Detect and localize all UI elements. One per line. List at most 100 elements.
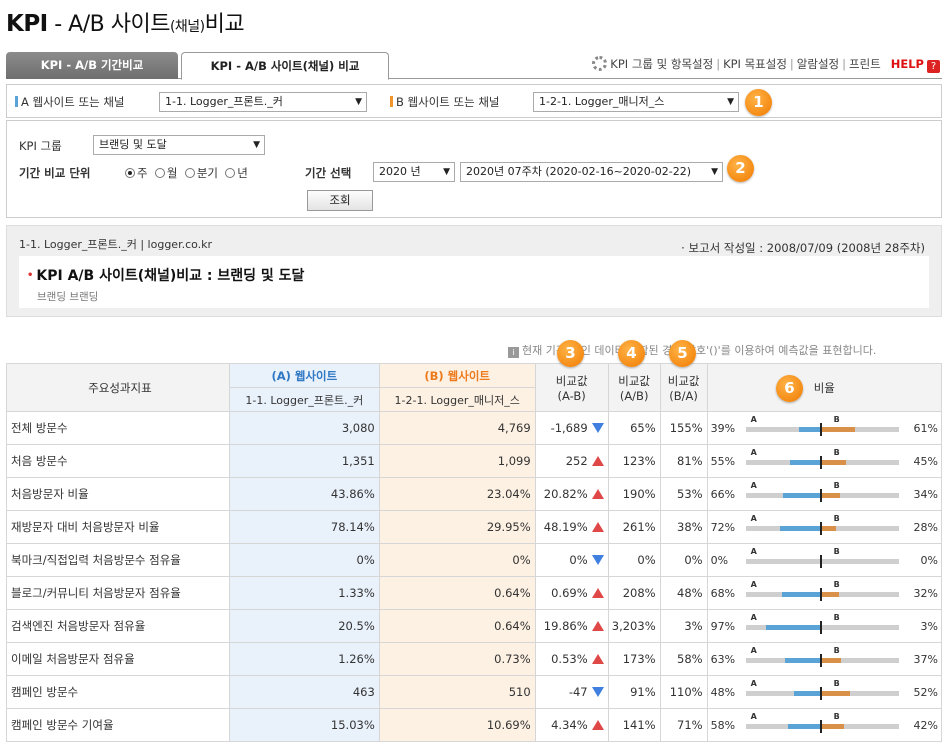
report-subtitle: 1-1. Logger_프론트._커 | logger.co.kr (19, 238, 213, 251)
alarm-settings-link[interactable]: 알람설정 (797, 57, 839, 71)
ratio-ba: 0% (659, 543, 708, 577)
diff-value: 0% (569, 553, 588, 567)
diff-cell: 0% (534, 543, 609, 577)
ratio-segment-b (820, 460, 846, 465)
site-a-value: 1.26% (228, 642, 380, 676)
arrow-up-icon (591, 654, 604, 664)
report-description: 브랜딩 브랜딩 (37, 291, 99, 303)
ratio-bar-cell: 63% A B 37% (706, 642, 943, 676)
site-a-value: 20.5% (228, 609, 380, 643)
ratio-segment-a (789, 460, 821, 465)
print-link[interactable]: 프린트 (849, 57, 881, 71)
marker-b-label: B (833, 514, 840, 523)
marker-a-label: A (750, 712, 757, 721)
col-site-a-sub: 1-1. Logger_프론트._커 (228, 387, 380, 412)
info-icon: i (508, 347, 519, 358)
kpi-name: 북마크/직접입력 처음방문수 점유율 (6, 543, 230, 577)
kpi-target-link[interactable]: KPI 목표설정 (723, 57, 787, 71)
kpi-name: 이메일 처음방문자 점유율 (6, 642, 230, 676)
ratio-segment-a (798, 427, 821, 432)
ratio-track: AB (745, 613, 899, 634)
diff-cell: -47 (534, 675, 609, 709)
radio-week[interactable] (125, 168, 135, 178)
kpi-name: 처음 방문수 (6, 444, 230, 478)
diff-cell: 20.82% (534, 477, 609, 511)
radio-month[interactable] (154, 168, 165, 178)
badge-6: 6 (776, 375, 803, 402)
ratio-b-pct: 52% (913, 686, 938, 699)
ratio-b-pct: 3% (920, 620, 938, 633)
help-link[interactable]: HELP (891, 57, 924, 71)
kpi-name: 캠페인 방문수 (6, 675, 230, 709)
ratio-b-pct: 61% (913, 422, 938, 435)
marker-b-label: B (833, 712, 840, 721)
ratio-ba: 38% (659, 510, 708, 544)
ratio-a-pct: 48% (710, 686, 736, 699)
marker-b-label: B (833, 646, 840, 655)
ratio-center-mark (819, 555, 822, 568)
ratio-segment-a (780, 526, 821, 531)
col-site-b: (B) 웹사이트 (378, 363, 536, 388)
badge-3: 3 (557, 340, 584, 367)
radio-year[interactable] (225, 168, 236, 178)
kpi-group-settings-link[interactable]: KPI 그룹 및 항목설정 (610, 57, 713, 71)
col-diff: 비교값 (A-B) (534, 363, 609, 412)
ratio-track: AB (745, 547, 899, 568)
tab-site-compare[interactable]: KPI - A/B 사이트(채널) 비교 (181, 52, 389, 80)
week-select[interactable]: 2020년 07주차 (2020-02-16~2020-02-22) ▼ (460, 162, 723, 182)
table-row: 검색엔진 처음방문자 점유율 20.5% 0.64% 19.86% 3,203% 3% 97… (6, 609, 943, 643)
ratio-bar-cell: 66% A B 34% (706, 477, 943, 511)
ratio-ab: 65% (607, 411, 661, 445)
diff-cell: 48.19% (534, 510, 609, 544)
marker-a-label: A (750, 448, 757, 457)
ratio-ab: 3,203% (607, 609, 661, 643)
ratio-bar-cell: 68% A B 32% (706, 576, 943, 610)
search-button[interactable]: 조회 (307, 190, 373, 211)
kpi-group-label: KPI 그룹 (19, 139, 62, 153)
kpi-group-select[interactable]: 브랜딩 및 도달 ▼ (93, 135, 265, 155)
marker-a-label: A (750, 547, 757, 556)
ratio-a-pct: 55% (710, 455, 736, 468)
ratio-segment-a (785, 658, 821, 663)
ratio-ba: 155% (659, 411, 708, 445)
site-b-select[interactable]: 1-2-1. Logger_매니저_스 ▼ (533, 92, 739, 112)
site-a-label: A 웹사이트 또는 채널 (15, 94, 124, 110)
ratio-a-pct: 0% (710, 554, 729, 567)
table-row: 캠페인 방문수 463 510 -47 91% 110% 48% A B 52% (6, 675, 943, 709)
ratio-ab: 123% (607, 444, 661, 478)
ratio-track: AB (745, 481, 899, 502)
ratio-track: AB (745, 712, 899, 733)
site-b-label: B 웹사이트 또는 채널 (390, 94, 500, 110)
ratio-b-pct: 28% (913, 521, 938, 534)
ratio-b-pct: 32% (913, 587, 938, 600)
ratio-center-mark (819, 654, 822, 667)
arrow-up-icon (591, 621, 604, 631)
col-ratio: 비율 (706, 363, 943, 412)
site-a-select[interactable]: 1-1. Logger_프론트._커 ▼ (159, 92, 367, 112)
ratio-ba: 58% (659, 642, 708, 676)
ratio-segment-a (787, 724, 821, 729)
radio-quarter[interactable] (184, 168, 195, 178)
site-a-value: 1,351 (228, 444, 380, 478)
site-a-value: 0% (228, 543, 380, 577)
ratio-bar-cell: 58% A B 42% (706, 708, 943, 742)
ratio-a-pct: 68% (710, 587, 736, 600)
report-header: 1-1. Logger_프론트._커 | logger.co.kr · 보고서 … (6, 225, 942, 317)
ratio-segment-b (820, 658, 842, 663)
ratio-a-pct: 39% (710, 422, 736, 435)
ratio-bar-cell: 72% A B 28% (706, 510, 943, 544)
filter-panel: KPI 그룹 브랜딩 및 도달 ▼ 기간 비교 단위 주 월 분기 년 기간 선택… (6, 120, 942, 218)
ratio-ab: 190% (607, 477, 661, 511)
ratio-ba: 3% (659, 609, 708, 643)
top-links: KPI 그룹 및 항목설정 | KPI 목표설정 | 알람설정 | 프린트 HELP? (592, 56, 940, 73)
year-select[interactable]: 2020 년 ▼ (373, 162, 455, 182)
kpi-name: 검색엔진 처음방문자 점유율 (6, 609, 230, 643)
site-b-value: 0.64% (378, 576, 536, 610)
ratio-ba: 71% (659, 708, 708, 742)
ratio-track: AB (745, 415, 899, 436)
ratio-bar-cell: 55% A B 45% (706, 444, 943, 478)
tab-period-compare[interactable]: KPI - A/B 기간비교 (6, 52, 178, 79)
site-b-value: 0% (378, 543, 536, 577)
site-b-value: 4,769 (378, 411, 536, 445)
help-icon[interactable]: ? (927, 60, 940, 73)
